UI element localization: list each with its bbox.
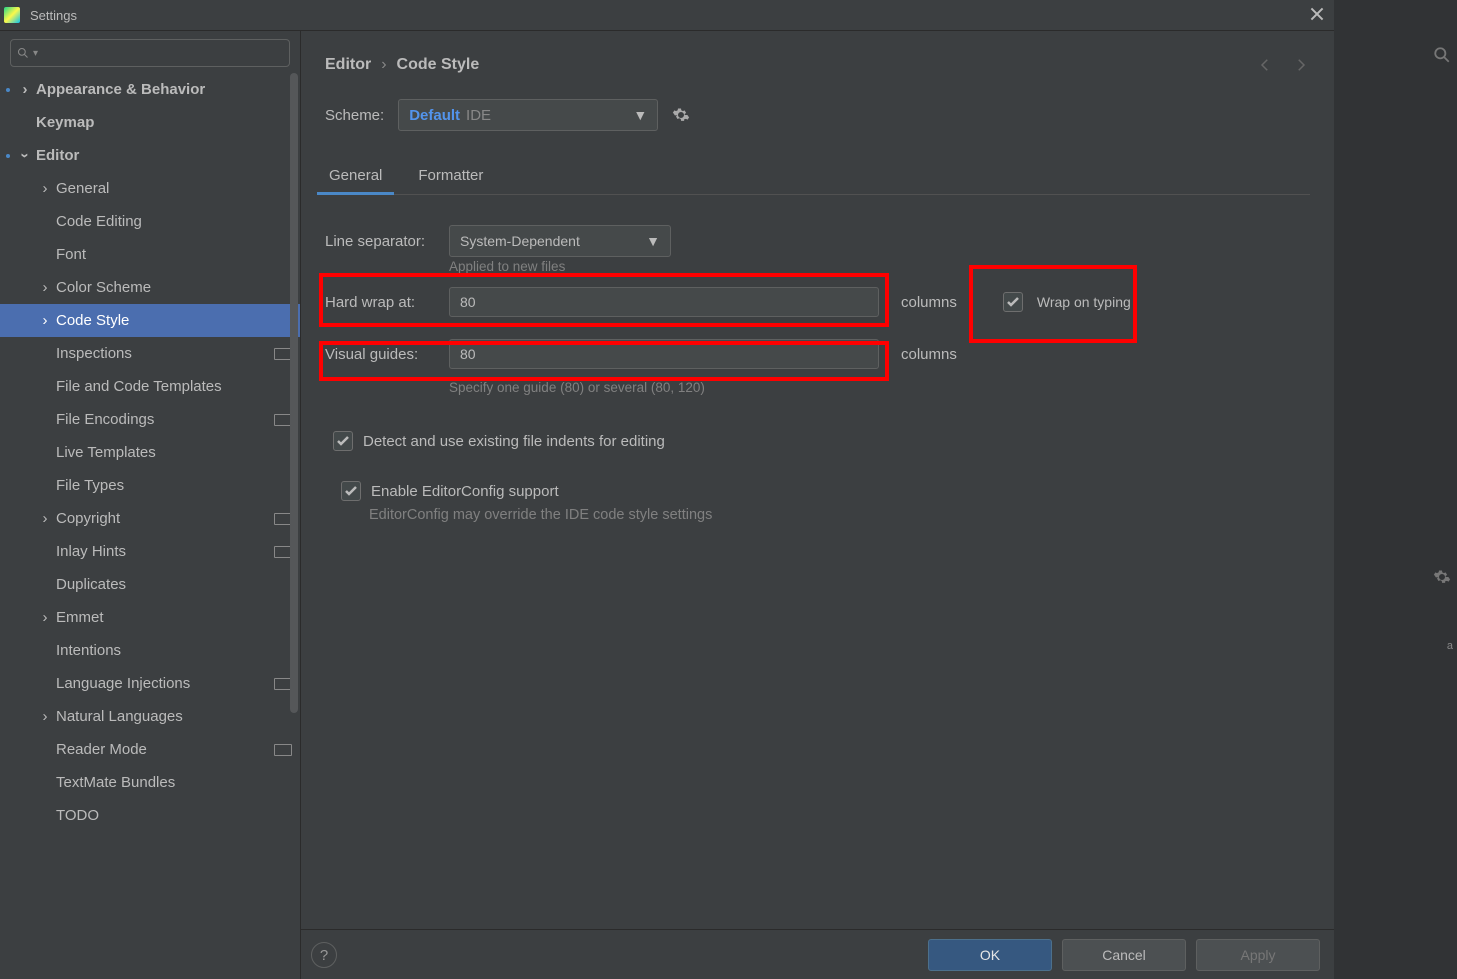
hard-wrap-label: Hard wrap at: (325, 294, 435, 311)
columns-label: columns (901, 294, 957, 311)
close-icon (1310, 7, 1324, 21)
chevron-right-icon: › (38, 312, 52, 329)
search-input[interactable]: ▾ (10, 39, 290, 67)
gear-icon (1433, 568, 1451, 586)
tab-general[interactable]: General (325, 159, 386, 194)
detect-indents-label: Detect and use existing file indents for… (363, 433, 665, 450)
visual-guides-label: Visual guides: (325, 346, 435, 363)
tree-appearance-behavior[interactable]: › Appearance & Behavior (0, 73, 300, 106)
chevron-down-icon: ▼ (633, 107, 647, 123)
wrap-on-typing-label: Wrap on typing (1037, 294, 1131, 310)
hard-wrap-field[interactable] (449, 287, 879, 317)
apply-button[interactable]: Apply (1196, 939, 1320, 971)
tree-lang-injections[interactable]: Language Injections (0, 667, 300, 700)
tree-file-types[interactable]: File Types (0, 469, 300, 502)
help-button[interactable]: ? (311, 942, 337, 968)
visual-guides-hint: Specify one guide (80) or several (80, 1… (449, 380, 1310, 395)
chevron-down-icon: › (17, 149, 34, 163)
line-separator-value: System-Dependent (460, 233, 580, 249)
sidebar-scrollbar[interactable] (290, 73, 298, 979)
search-icon (17, 47, 29, 59)
tree-emmet[interactable]: › Emmet (0, 601, 300, 634)
breadcrumb-leaf: Code Style (397, 56, 480, 74)
settings-sidebar: ▾ › Appearance & Behavior Keymap › Edit (0, 31, 301, 979)
tree-copyright[interactable]: › Copyright (0, 502, 300, 535)
chevron-down-icon: ▼ (646, 233, 660, 249)
settings-tree: › Appearance & Behavior Keymap › Editor … (0, 73, 300, 979)
chevron-right-icon: › (381, 56, 386, 74)
nav-back-icon[interactable] (1256, 56, 1274, 74)
tabs: General Formatter (325, 159, 1310, 195)
visual-guides-field[interactable] (449, 339, 879, 369)
tree-textmate[interactable]: TextMate Bundles (0, 766, 300, 799)
dialog-title: Settings (30, 8, 77, 23)
tree-code-style[interactable]: › Code Style (0, 304, 300, 337)
line-separator-dropdown[interactable]: System-Dependent ▼ (449, 225, 671, 257)
chevron-right-icon: › (38, 279, 52, 296)
line-separator-label: Line separator: (325, 233, 435, 250)
close-button[interactable] (1310, 7, 1324, 24)
wrap-on-typing-checkbox[interactable] (1003, 292, 1023, 312)
tree-natural-languages[interactable]: › Natural Languages (0, 700, 300, 733)
editorconfig-note: EditorConfig may override the IDE code s… (369, 507, 1310, 523)
app-icon (4, 7, 20, 23)
breadcrumb-root[interactable]: Editor (325, 56, 371, 74)
gutter-label: a (1447, 640, 1453, 652)
tree-keymap[interactable]: Keymap (0, 106, 300, 139)
tab-formatter[interactable]: Formatter (414, 159, 487, 194)
columns-label-2: columns (901, 346, 957, 363)
gear-icon[interactable] (672, 106, 690, 124)
detect-indents-checkbox[interactable] (333, 431, 353, 451)
chevron-right-icon: › (18, 81, 32, 98)
check-icon (345, 486, 357, 496)
scheme-label: Scheme: (325, 107, 384, 124)
tree-reader-mode[interactable]: Reader Mode (0, 733, 300, 766)
tree-general[interactable]: › General (0, 172, 300, 205)
titlebar: Settings (0, 0, 1334, 31)
tree-font[interactable]: Font (0, 238, 300, 271)
ok-button[interactable]: OK (928, 939, 1052, 971)
dialog-footer: ? OK Cancel Apply (301, 929, 1334, 979)
content-panel: Editor › Code Style Scheme: Default IDE … (301, 31, 1334, 979)
tree-code-editing[interactable]: Code Editing (0, 205, 300, 238)
chevron-right-icon: › (38, 609, 52, 626)
check-icon (1007, 297, 1019, 307)
tree-live-templates[interactable]: Live Templates (0, 436, 300, 469)
tree-editor[interactable]: › Editor (0, 139, 300, 172)
tree-file-templates[interactable]: File and Code Templates (0, 370, 300, 403)
tree-intentions[interactable]: Intentions (0, 634, 300, 667)
editorconfig-checkbox[interactable] (341, 481, 361, 501)
settings-dialog: Settings ▾ › Appearance & Behavior (0, 0, 1334, 979)
editorconfig-label: Enable EditorConfig support (371, 483, 559, 500)
tree-duplicates[interactable]: Duplicates (0, 568, 300, 601)
tree-color-scheme[interactable]: › Color Scheme (0, 271, 300, 304)
tree-file-encodings[interactable]: File Encodings (0, 403, 300, 436)
chevron-right-icon: › (38, 180, 52, 197)
chevron-right-icon: › (38, 510, 52, 527)
background-gutter: a (1334, 0, 1457, 979)
scheme-name: Default (409, 107, 460, 124)
tree-inlay-hints[interactable]: Inlay Hints (0, 535, 300, 568)
check-icon (337, 436, 349, 446)
tree-inspections[interactable]: Inspections (0, 337, 300, 370)
breadcrumb: Editor › Code Style (325, 56, 479, 74)
scheme-dropdown[interactable]: Default IDE ▼ (398, 99, 658, 131)
search-icon (1433, 46, 1451, 64)
chevron-right-icon: › (38, 708, 52, 725)
nav-forward-icon[interactable] (1292, 56, 1310, 74)
cancel-button[interactable]: Cancel (1062, 939, 1186, 971)
tree-todo[interactable]: TODO (0, 799, 300, 832)
scheme-scope: IDE (466, 107, 491, 124)
